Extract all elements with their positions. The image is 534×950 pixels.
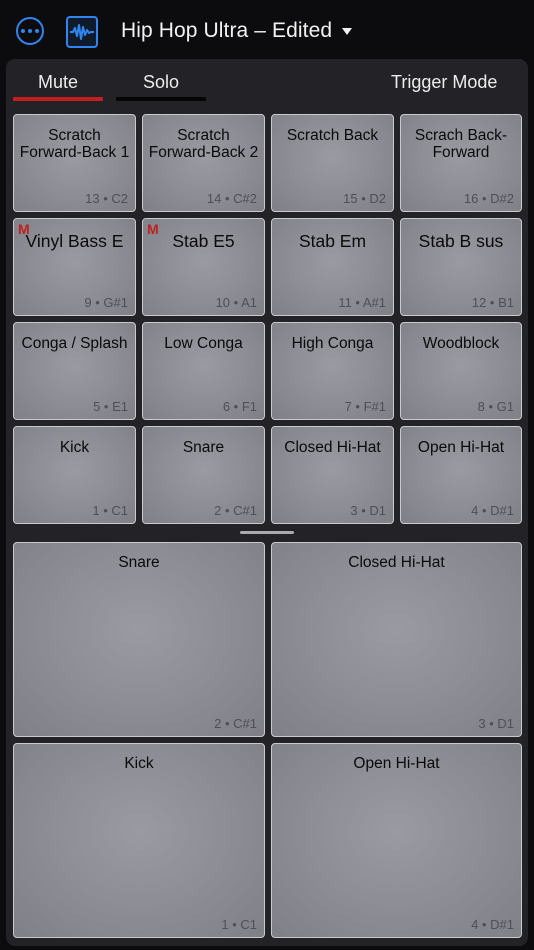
pad-name: Stab Em <box>298 231 367 251</box>
drum-pad[interactable]: Closed Hi-Hat 3 • D1 <box>271 426 394 524</box>
pad-name: Stab B sus <box>418 231 504 251</box>
waveform-icon[interactable] <box>66 16 98 48</box>
pad-name: Scrach Back-Forward <box>414 127 508 161</box>
document-title-button[interactable]: Hip Hop Ultra – Edited <box>121 19 332 43</box>
drum-pad[interactable]: Conga / Splash 5 • E1 <box>13 322 136 420</box>
drum-pad[interactable]: Stab Em 11 • A#1 <box>271 218 394 316</box>
pad-note: 3 • D1 <box>478 716 514 731</box>
pad-note: 14 • C#2 <box>206 191 257 206</box>
drum-pad[interactable]: Low Conga 6 • F1 <box>142 322 265 420</box>
drum-pad[interactable]: Scratch Forward-Back 2 14 • C#2 <box>142 114 265 212</box>
pad-note: 4 • D#1 <box>471 503 514 518</box>
tab-solo[interactable]: Solo <box>143 72 179 93</box>
pad-name: Snare <box>118 554 160 571</box>
pad-name: Low Conga <box>164 335 243 352</box>
ellipsis-dot <box>35 29 39 33</box>
pad-note: 2 • C#1 <box>214 503 257 518</box>
drum-pad[interactable]: Scratch Forward-Back 1 13 • C2 <box>13 114 136 212</box>
drum-pad[interactable]: Snare 2 • C#1 <box>142 426 265 524</box>
more-ellipsis-icon[interactable] <box>16 17 44 45</box>
pad-note: 13 • C2 <box>85 191 128 206</box>
pad-name: Kick <box>124 755 154 772</box>
drum-pad[interactable]: Scratch Back 15 • D2 <box>271 114 394 212</box>
drum-pad[interactable]: M Stab E5 10 • A1 <box>142 218 265 316</box>
app-root: Hip Hop Ultra – Edited Mute Solo Trigger… <box>0 0 534 950</box>
pad-note: 11 • A#1 <box>338 295 386 310</box>
pad-note: 9 • G#1 <box>84 295 128 310</box>
pad-note: 10 • A1 <box>215 295 257 310</box>
pad-name: Scratch Forward-Back 2 <box>148 127 259 161</box>
drum-pad[interactable]: High Conga 7 • F#1 <box>271 322 394 420</box>
tab-solo-underline <box>116 97 206 101</box>
pad-name: Conga / Splash <box>21 335 128 352</box>
pad-note: 3 • D1 <box>350 503 386 518</box>
pad-name: Scratch Back <box>286 127 379 144</box>
pad-note: 12 • B1 <box>471 295 514 310</box>
large-drum-pad[interactable]: Open Hi-Hat 4 • D#1 <box>271 743 522 938</box>
ellipsis-dot <box>21 29 25 33</box>
pad-name: Stab E5 <box>172 231 235 251</box>
ellipsis-dot <box>28 29 32 33</box>
pad-name: Woodblock <box>422 335 500 352</box>
pad-note: 2 • C#1 <box>214 716 257 731</box>
pad-name: Closed Hi-Hat <box>284 439 381 456</box>
drum-pad[interactable]: Stab B sus 12 • B1 <box>400 218 522 316</box>
pad-note: 4 • D#1 <box>471 917 514 932</box>
chevron-down-icon[interactable] <box>342 28 352 35</box>
pad-note: 1 • C1 <box>92 503 128 518</box>
pad-note: 8 • G1 <box>477 399 514 414</box>
drum-pad[interactable]: Woodblock 8 • G1 <box>400 322 522 420</box>
top-bar: Hip Hop Ultra – Edited <box>0 0 534 62</box>
pad-note: 1 • C1 <box>221 917 257 932</box>
pad-name: High Conga <box>291 335 374 352</box>
pad-name: Scratch Forward-Back 1 <box>19 127 130 161</box>
large-drum-pad[interactable]: Snare 2 • C#1 <box>13 542 265 737</box>
drum-pad[interactable]: Scrach Back-Forward 16 • D#2 <box>400 114 522 212</box>
waveform-glyph <box>70 24 94 40</box>
pad-name: Kick <box>59 439 90 456</box>
pad-name: Closed Hi-Hat <box>348 554 445 571</box>
drum-pad[interactable]: M Vinyl Bass E 9 • G#1 <box>13 218 136 316</box>
pad-note: 7 • F#1 <box>344 399 386 414</box>
pad-name: Snare <box>182 439 225 456</box>
drum-pad[interactable]: Kick 1 • C1 <box>13 426 136 524</box>
pad-note: 16 • D#2 <box>463 191 514 206</box>
drum-pad[interactable]: Open Hi-Hat 4 • D#1 <box>400 426 522 524</box>
tab-mute[interactable]: Mute <box>38 72 78 93</box>
pad-name: Vinyl Bass E <box>25 231 124 251</box>
panel-resize-handle[interactable] <box>240 531 294 534</box>
pad-name: Open Hi-Hat <box>353 755 440 772</box>
trigger-mode-button[interactable]: Trigger Mode <box>391 72 497 93</box>
pad-note: 5 • E1 <box>93 399 128 414</box>
tab-mute-underline <box>13 97 103 101</box>
pad-note: 15 • D2 <box>343 191 386 206</box>
pad-name: Open Hi-Hat <box>417 439 505 456</box>
large-drum-pad[interactable]: Closed Hi-Hat 3 • D1 <box>271 542 522 737</box>
large-drum-pad[interactable]: Kick 1 • C1 <box>13 743 265 938</box>
pad-note: 6 • F1 <box>222 399 257 414</box>
